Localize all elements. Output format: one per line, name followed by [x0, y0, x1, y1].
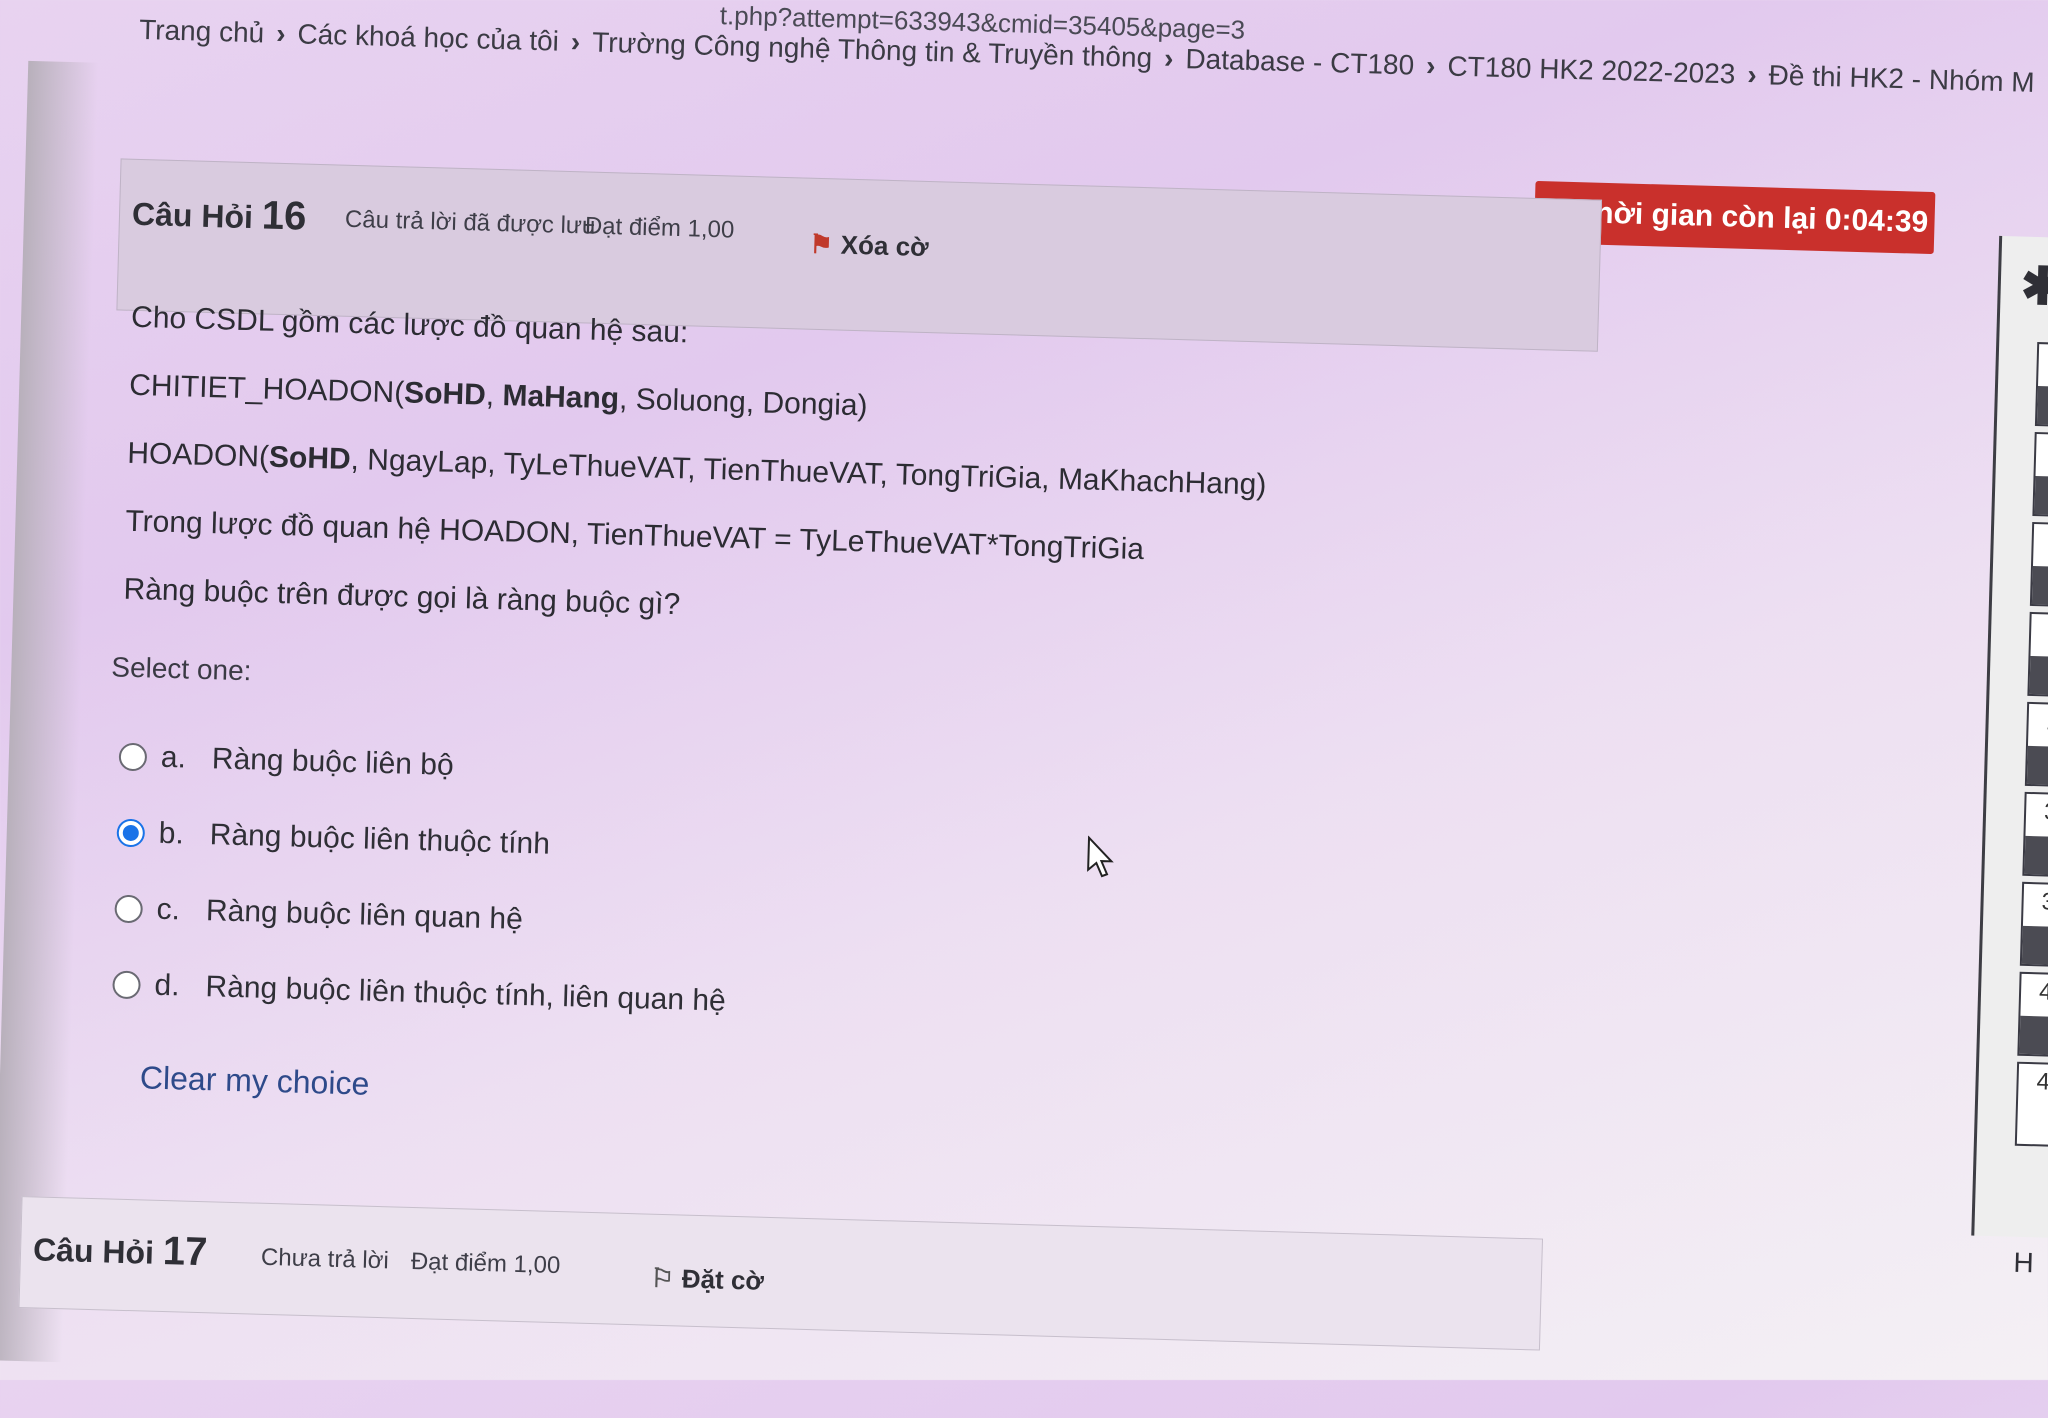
nav-button[interactable]: 49 — [2014, 1061, 2048, 1148]
question-16-state: Câu trả lời đã được lưu — [344, 205, 596, 240]
question-prompt: Ràng buộc trên được gọi là ràng buộc gì? — [123, 572, 681, 622]
radio-button-d[interactable] — [112, 970, 141, 1000]
chevron-right-icon: › — [1163, 42, 1174, 74]
question-17-title: Câu Hỏi 17 — [33, 1225, 208, 1275]
radio-button-a[interactable] — [118, 742, 148, 772]
nav-button[interactable]: 19 — [2027, 611, 2048, 698]
radio-button-c[interactable] — [114, 894, 144, 924]
option-text: Ràng buộc liên thuộc tính — [209, 818, 551, 861]
asterisk-icon: ✱ — [2019, 257, 2048, 317]
schema-hoadon: HOADON(SoHD, NgayLap, TyLeThueVAT, TienT… — [127, 435, 1528, 512]
screen: t.php?attempt=633943&cmid=35405&page=3 T… — [0, 0, 2048, 1417]
nav-button[interactable]: 43 — [2017, 971, 2048, 1058]
chevron-right-icon: › — [570, 25, 581, 58]
nav-button-label: 49 — [2036, 1068, 2048, 1097]
primary-key: SoHD — [403, 376, 487, 412]
chevron-right-icon: › — [1746, 58, 1758, 91]
radio-button-b[interactable] — [116, 818, 146, 848]
constraint-rule: Trong lược đồ quan hệ HOADON, TienThueVA… — [125, 504, 1145, 567]
schema-text: , NgayLap, TyLeThueVAT, TienThueVAT, Ton… — [350, 442, 1267, 502]
breadcrumb-quiz[interactable]: Đề thi HK2 - Nhóm M — [1768, 59, 2035, 97]
nav-button-label: 37 — [2041, 888, 2048, 917]
question-number: 16 — [261, 193, 307, 239]
nav-button[interactable]: 1 — [2034, 342, 2048, 428]
option-letter: d. — [154, 968, 181, 1003]
primary-key: SoHD — [268, 440, 352, 476]
mouse-pointer-icon — [1087, 835, 1114, 878]
select-one-label: Select one: — [110, 651, 252, 687]
question-16-text: Cho CSDL gồm các lược đồ quan hệ sau: CH… — [122, 299, 1531, 678]
question-label: Câu Hỏi — [32, 1231, 155, 1271]
clear-choice-link[interactable]: Clear my choice — [139, 1059, 369, 1102]
schema-text: , — [485, 378, 503, 413]
breadcrumb-my-courses[interactable]: Các khoá học của tôi — [297, 18, 559, 56]
question-label: Câu Hỏi — [131, 195, 254, 236]
answer-options: a. Ràng buộc liên bộ b. Ràng buộc liên t… — [111, 719, 733, 1040]
question-17-state: Chưa trả lời — [260, 1243, 390, 1275]
nav-button[interactable]: 37 — [2019, 881, 2048, 968]
flag-outline-icon: ⚐ — [650, 1262, 675, 1294]
set-flag-button[interactable]: ⚐ Đặt cờ — [650, 1263, 764, 1297]
option-text: Ràng buộc liên bộ — [211, 742, 455, 782]
nav-button[interactable]: 31 — [2022, 791, 2048, 878]
flag-icon: ⚑ — [809, 228, 834, 260]
answer-option-d[interactable]: d. Ràng buộc liên thuộc tính, liên quan … — [111, 947, 726, 1040]
breadcrumb-course[interactable]: Database - CT180 — [1185, 43, 1415, 80]
nav-button-label: 43 — [2038, 978, 2048, 1007]
nav-button[interactable]: 13 — [2029, 521, 2048, 608]
remove-flag-button[interactable]: ⚑ Xóa cờ — [809, 229, 929, 263]
nav-button[interactable]: 7 — [2032, 431, 2048, 518]
option-text: Ràng buộc liên quan hệ — [205, 894, 524, 936]
schema-chitiet-hoadon: CHITIET_HOADON(SoHD, MaHang, Soluong, Do… — [129, 367, 1530, 444]
nav-button-label: 31 — [2043, 798, 2048, 827]
schema-text: HOADON( — [126, 436, 270, 474]
option-letter: a. — [160, 740, 187, 775]
nav-button[interactable]: 25 — [2024, 701, 2048, 788]
primary-key: MaHang — [502, 379, 620, 416]
question-17-grade: Đạt điểm 1,00 — [410, 1247, 561, 1280]
question-16-grade: Đạt điểm 1,00 — [584, 212, 735, 244]
flag-label: Đặt cờ — [681, 1263, 765, 1296]
breadcrumb-home[interactable]: Trang chủ — [139, 14, 265, 48]
timer-label: Thời gian còn lại 0:04:39 — [1576, 196, 1929, 239]
option-text: Ràng buộc liên thuộc tính, liên quan hệ — [205, 970, 727, 1018]
question-16-title: Câu Hỏi 16 — [131, 190, 307, 240]
flag-label: Xóa cờ — [840, 229, 930, 263]
quiz-navigation-panel: ✱ 1 7 13 19 25 31 37 43 49 H — [1971, 235, 2048, 1278]
question-17-header: Câu Hỏi 17 Chưa trả lời Đạt điểm 1,00 ⚐ Đ… — [18, 1196, 1544, 1351]
schema-text: , Soluong, Dongia) — [618, 382, 869, 423]
question-number: 17 — [162, 1229, 209, 1275]
left-edge-shadow — [0, 60, 99, 1363]
chevron-right-icon: › — [1425, 49, 1436, 82]
breadcrumb-class[interactable]: CT180 HK2 2022-2023 — [1447, 50, 1736, 89]
nav-bottom-label[interactable]: H — [2013, 1247, 2034, 1280]
chevron-right-icon: › — [275, 17, 286, 49]
option-letter: c. — [156, 892, 181, 927]
schema-text: CHITIET_HOADON( — [128, 368, 405, 410]
option-letter: b. — [158, 816, 185, 851]
